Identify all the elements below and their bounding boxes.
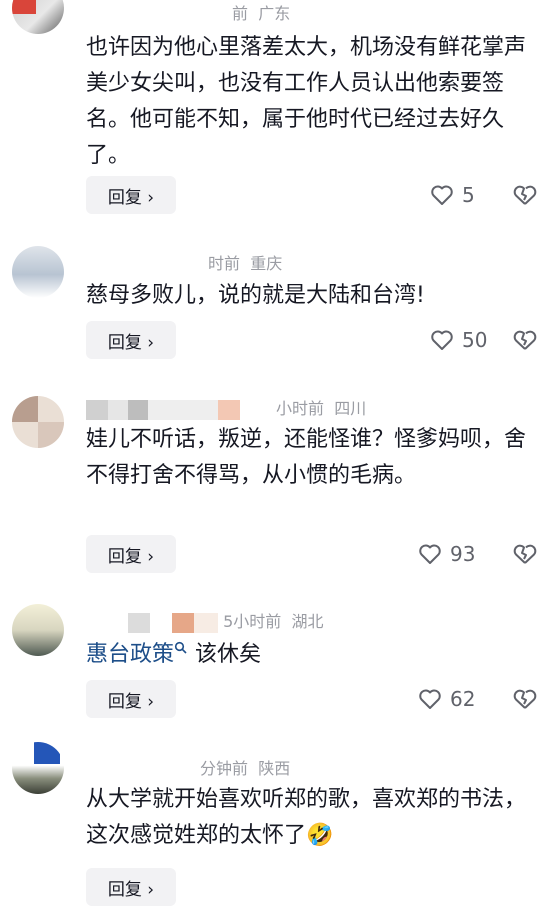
avatar[interactable] [12,396,64,448]
comment-text: 慈母多败儿，说的就是大陆和台湾! [86,283,425,308]
comment-location: 陕西 [258,759,291,778]
like-button[interactable]: 93 [418,542,475,566]
broken-heart-icon[interactable] [512,543,538,565]
broken-heart-icon[interactable] [512,184,538,206]
username-blurred [108,399,128,420]
mention-link[interactable]: 惠台政策 [86,642,174,667]
comment-text: 惠台政策 该休矣 [86,637,532,673]
comment-time: 时前 [208,254,241,273]
search-icon [174,641,187,654]
comment-text: 从大学就开始喜欢听郑的歌，喜欢郑的书法，这次感觉姓郑的太怀了🤣 [86,782,532,854]
avatar[interactable] [12,0,64,34]
comment-location: 广东 [258,4,291,23]
like-count: 62 [450,687,476,711]
username-blurred [194,612,218,633]
username-blurred [86,399,108,420]
comment-meta: 时前 重庆 [208,250,282,274]
comment-text-rest: 该休矣 [195,642,262,667]
reply-button[interactable]: 回复 › [86,868,176,906]
reply-button[interactable]: 回复 › [86,680,176,718]
heart-icon [419,544,441,564]
like-button[interactable]: 5 [430,183,475,207]
username-blurred [172,612,194,633]
comment-meta: 5小时前 湖北 [128,608,323,633]
like-count: 93 [450,542,476,566]
like-button[interactable]: 50 [430,328,487,352]
broken-heart-icon[interactable] [512,329,538,351]
laughing-emoji: 🤣 [306,823,334,848]
username-blurred [128,399,148,420]
comment-time: 前 [232,4,249,23]
comment-meta: 前 广东 [232,0,290,24]
username-blurred [218,399,240,420]
username-blurred [128,612,150,633]
comment-location: 四川 [334,399,367,418]
comment-time: 5小时前 [223,612,282,631]
broken-heart-icon[interactable] [512,688,538,710]
avatar[interactable] [12,246,64,298]
heart-icon [431,330,453,350]
comment-time: 小时前 [276,399,325,418]
avatar[interactable] [12,742,64,794]
like-count: 50 [462,328,488,352]
comment-time: 分钟前 [200,759,249,778]
like-button[interactable]: 62 [418,687,475,711]
comment-location: 重庆 [250,254,283,273]
comment-location: 湖北 [291,612,324,631]
reply-button[interactable]: 回复 › [86,321,176,359]
heart-icon [431,185,453,205]
like-count: 5 [462,183,475,207]
avatar[interactable] [12,604,64,656]
heart-icon [419,689,441,709]
comment-text: 也许因为他心里落差太大，机场没有鲜花掌声美少女尖叫，也没有工作人员认出他索要签名… [86,35,527,168]
comment-meta: 分钟前 陕西 [200,755,290,779]
reply-button[interactable]: 回复 › [86,176,176,214]
comment-meta: 小时前 四川 [86,395,366,420]
username-blurred [148,399,218,420]
reply-button[interactable]: 回复 › [86,535,176,573]
comment-text: 娃儿不听话，叛逆，还能怪谁？怪爹妈呗，舍不得打舍不得骂，从小惯的毛病。 [86,427,527,488]
